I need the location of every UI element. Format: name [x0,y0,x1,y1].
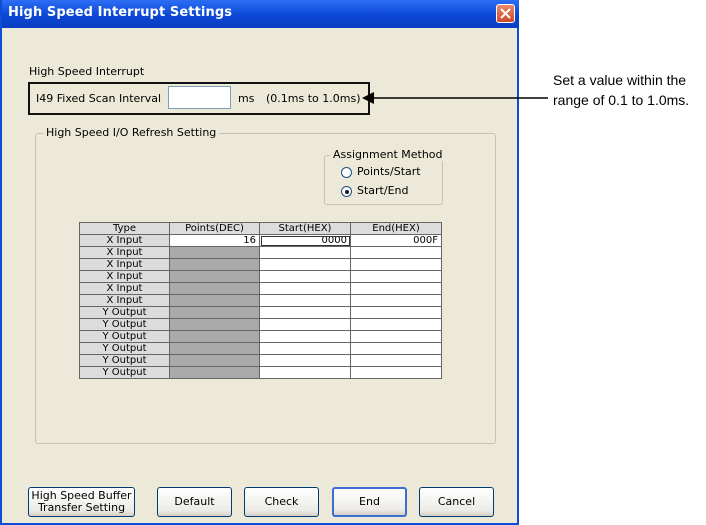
radio-points-start-label: Points/Start [357,165,421,178]
end-cell[interactable] [350,270,442,283]
buffer-transfer-button[interactable]: High Speed Buffer Transfer Setting [28,487,135,517]
type-cell: Y Output [79,342,170,355]
start-cell[interactable]: 0000 [259,234,351,247]
table-row: Y Output [79,354,442,367]
check-button[interactable]: Check [244,487,319,517]
end-cell[interactable]: 000F [350,234,442,247]
start-cell[interactable] [259,354,351,367]
default-button-label: Default [174,495,215,508]
points-cell [169,330,260,343]
end-cell[interactable] [350,306,442,319]
col-start: Start(HEX) [259,222,351,235]
high-speed-interrupt-label: High Speed Interrupt [29,65,145,78]
type-cell: X Input [79,234,170,247]
type-cell: X Input [79,246,170,259]
dialog-window: High Speed Interrupt Settings High Speed… [0,0,519,525]
end-cell[interactable] [350,342,442,355]
radio-start-end-label: Start/End [357,184,409,197]
start-cell[interactable] [259,306,351,319]
interval-field-label: I49 Fixed Scan Interval [36,92,162,105]
end-cell[interactable] [350,330,442,343]
buffer-transfer-label-2: Transfer Setting [37,501,126,514]
io-refresh-label: High Speed I/O Refresh Setting [43,126,220,139]
col-points: Points(DEC) [169,222,260,235]
start-cell[interactable] [259,330,351,343]
table-row: X Input [79,246,442,259]
window-title: High Speed Interrupt Settings [8,5,233,20]
table-header-row: Type Points(DEC) Start(HEX) End(HEX) [79,222,442,235]
start-cell[interactable] [259,294,351,307]
type-cell: Y Output [79,354,170,367]
annotation-note: Set a value within the range of 0.1 to 1… [553,72,690,108]
type-cell: Y Output [79,306,170,319]
start-cell[interactable] [259,258,351,271]
default-button[interactable]: Default [157,487,232,517]
table-row: X Input [79,294,442,307]
table-row: Y Output [79,306,442,319]
start-cell[interactable] [259,246,351,259]
type-cell: X Input [79,282,170,295]
table-row: Y Output [79,342,442,355]
type-cell: X Input [79,258,170,271]
type-cell: Y Output [79,318,170,331]
end-cell[interactable] [350,318,442,331]
points-cell [169,306,260,319]
end-button-label: End [359,495,380,508]
end-cell[interactable] [350,246,442,259]
table-row: Y Output [79,366,442,379]
cancel-button-label: Cancel [437,495,476,508]
end-cell[interactable] [350,354,442,367]
end-cell[interactable] [350,258,442,271]
annotation-arrow-icon [362,92,548,104]
start-cell[interactable] [259,282,351,295]
interval-unit: ms [238,92,255,105]
interval-range-hint: (0.1ms to 1.0ms) [266,92,361,105]
start-cell[interactable] [259,366,351,379]
cancel-button[interactable]: Cancel [419,487,494,517]
end-cell[interactable] [350,282,442,295]
close-icon [500,8,511,19]
type-cell: Y Output [79,330,170,343]
points-cell [169,354,260,367]
points-cell [169,246,260,259]
points-cell: 16 [169,234,260,247]
table-row: Y Output [79,330,442,343]
end-cell[interactable] [350,366,442,379]
points-cell [169,342,260,355]
radio-start-end[interactable] [341,186,352,197]
col-end: End(HEX) [350,222,442,235]
end-button[interactable]: End [332,487,407,517]
title-bar[interactable]: High Speed Interrupt Settings [2,0,519,28]
assignment-method-label: Assignment Method [330,148,446,161]
io-refresh-table: Type Points(DEC) Start(HEX) End(HEX) X I… [79,222,442,379]
points-cell [169,270,260,283]
table-row: X Input 16 0000 000F [79,234,442,247]
check-button-label: Check [264,495,299,508]
points-cell [169,366,260,379]
points-cell [169,282,260,295]
points-cell [169,294,260,307]
interval-input[interactable] [168,86,231,109]
points-cell [169,258,260,271]
start-cell[interactable] [259,318,351,331]
assignment-method-group [324,155,443,205]
start-cell[interactable] [259,342,351,355]
table-row: Y Output [79,318,442,331]
type-cell: Y Output [79,366,170,379]
radio-points-start[interactable] [341,167,352,178]
type-cell: X Input [79,270,170,283]
col-type: Type [79,222,170,235]
table-row: X Input [79,282,442,295]
close-button[interactable] [496,4,515,23]
end-cell[interactable] [350,294,442,307]
points-cell [169,318,260,331]
start-cell[interactable] [259,270,351,283]
type-cell: X Input [79,294,170,307]
table-row: X Input [79,270,442,283]
table-row: X Input [79,258,442,271]
